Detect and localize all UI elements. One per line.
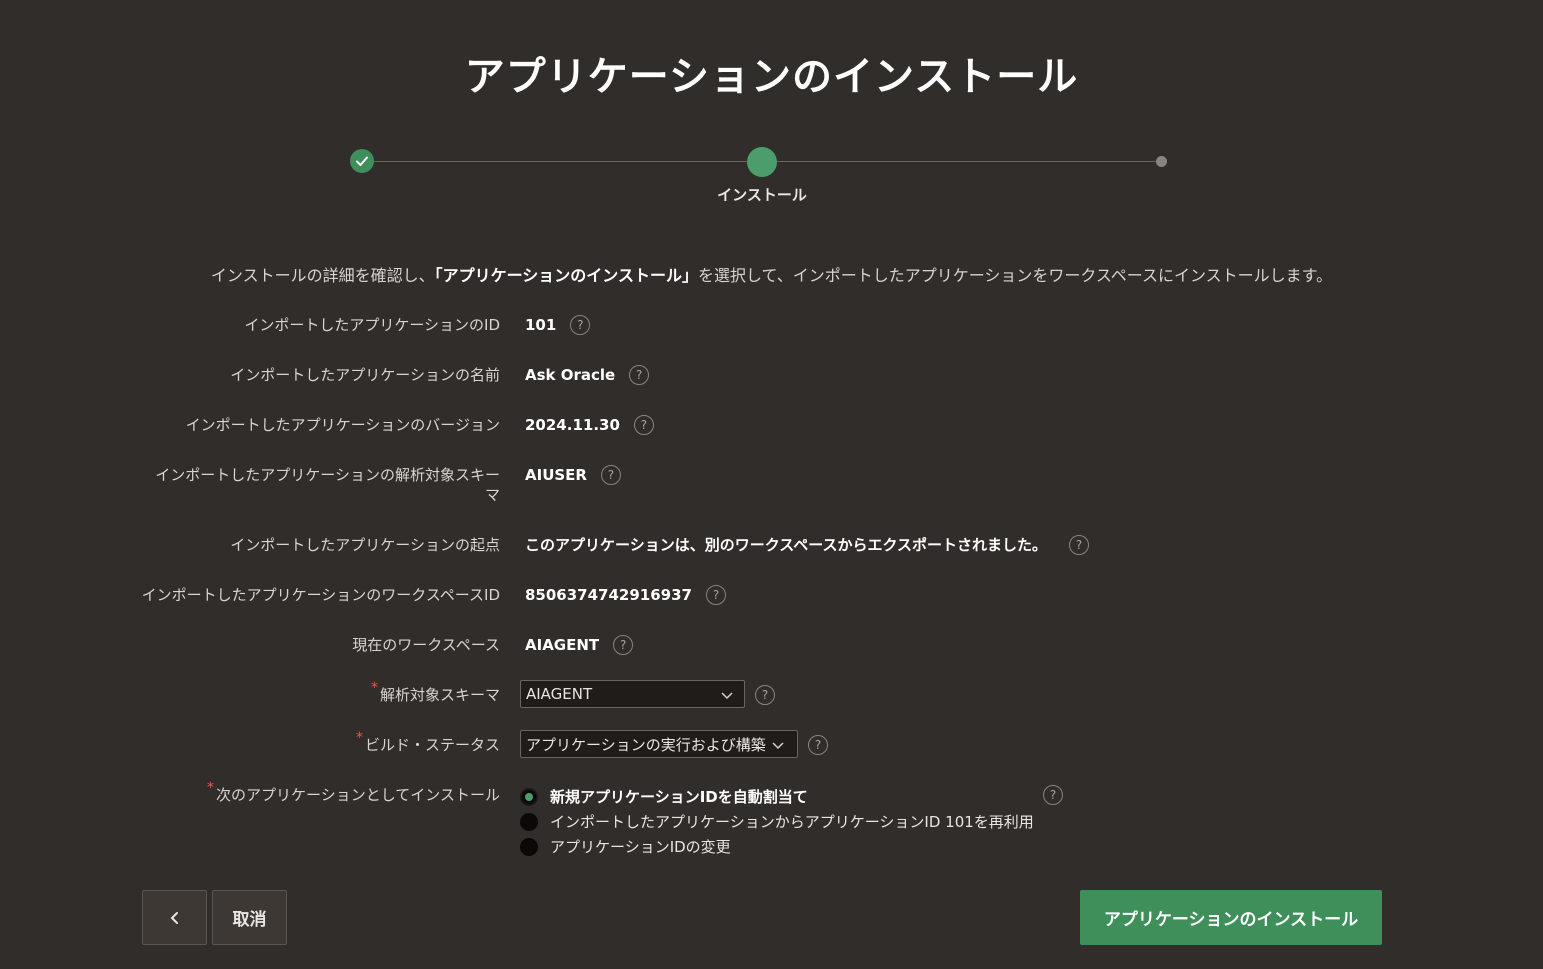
field-label: * 次のアプリケーションとしてインストール — [207, 780, 500, 804]
help-icon[interactable]: ? — [1069, 535, 1090, 555]
field-value: AIAGENT — [525, 636, 600, 654]
help-icon[interactable]: ? — [808, 735, 828, 755]
field-value: Ask Oracle — [525, 366, 616, 384]
instruction-text: インストールの詳細を確認し、「アプリケーションのインストール」を選択して、インポ… — [210, 266, 1333, 285]
help-icon[interactable]: ? — [629, 365, 650, 385]
select-value: AIAGENT — [526, 685, 593, 703]
required-marker: * — [207, 780, 215, 796]
field-value: 2024.11.30 — [525, 416, 620, 434]
chevron-left-icon — [170, 911, 178, 924]
field-value: このアプリケーションは、別のワークスペースからエクスポートされました。 — [525, 536, 1048, 554]
required-marker: * — [355, 730, 363, 746]
required-marker: * — [370, 680, 378, 696]
radio-auto-assign-id[interactable]: 新規アプリケーションIDを自動割当て — [520, 786, 808, 807]
radio-reuse-id[interactable]: インポートしたアプリケーションからアプリケーションID 101を再利用 — [520, 811, 1034, 832]
help-icon[interactable]: ? — [1043, 785, 1063, 805]
field-label: * ビルド・ステータス — [355, 730, 500, 754]
page-title: アプリケーションのインストール — [464, 54, 1079, 100]
help-icon[interactable]: ? — [633, 415, 654, 435]
build-status-select[interactable]: アプリケーションの実行および構築 — [520, 730, 798, 758]
field-label: インポートしたアプリケーションのワークスペースID — [141, 586, 500, 604]
help-icon[interactable]: ? — [600, 465, 621, 485]
field-label: 現在のワークスペース — [352, 636, 500, 654]
help-icon[interactable]: ? — [613, 635, 634, 655]
help-icon[interactable]: ? — [570, 315, 591, 335]
field-label: インポートしたアプリケーションのID — [244, 316, 500, 334]
field-label: * 解析対象スキーマ — [370, 680, 500, 704]
wizard-step-label: インストール — [717, 186, 807, 204]
chevron-down-icon — [721, 692, 733, 700]
field-label: インポートしたアプリケーションの起点 — [230, 536, 500, 554]
radio-button[interactable] — [520, 812, 538, 831]
checkmark-icon — [356, 156, 368, 166]
chevron-down-icon — [772, 742, 784, 750]
install-application-button[interactable]: アプリケーションのインストール — [1080, 890, 1382, 945]
field-label: インポートしたアプリケーションのバージョン — [185, 416, 500, 434]
field-value: 8506374742916937 — [525, 586, 692, 604]
wizard-step-completed — [350, 149, 374, 173]
cancel-button[interactable]: 取消 — [212, 890, 287, 945]
back-button[interactable] — [142, 890, 207, 945]
radio-button-selected[interactable] — [520, 787, 538, 806]
help-icon[interactable]: ? — [755, 685, 775, 705]
radio-change-id[interactable]: アプリケーションIDの変更 — [520, 836, 731, 857]
radio-label: 新規アプリケーションIDを自動割当て — [550, 788, 808, 806]
wizard-step-next — [1156, 156, 1167, 167]
field-value: 101 — [525, 316, 557, 334]
wizard-step-current — [747, 147, 777, 177]
radio-label: アプリケーションIDの変更 — [550, 838, 731, 856]
radio-button[interactable] — [520, 837, 538, 856]
parsing-schema-select[interactable]: AIAGENT — [520, 680, 745, 708]
field-value: AIUSER — [525, 466, 587, 484]
field-label: インポートしたアプリケーションの名前 — [230, 366, 500, 384]
field-label: インポートしたアプリケーションの解析対象スキーマ — [155, 466, 500, 504]
select-value: アプリケーションの実行および構築 — [526, 735, 766, 754]
help-icon[interactable]: ? — [706, 585, 726, 605]
radio-label: インポートしたアプリケーションからアプリケーションID 101を再利用 — [550, 813, 1034, 831]
